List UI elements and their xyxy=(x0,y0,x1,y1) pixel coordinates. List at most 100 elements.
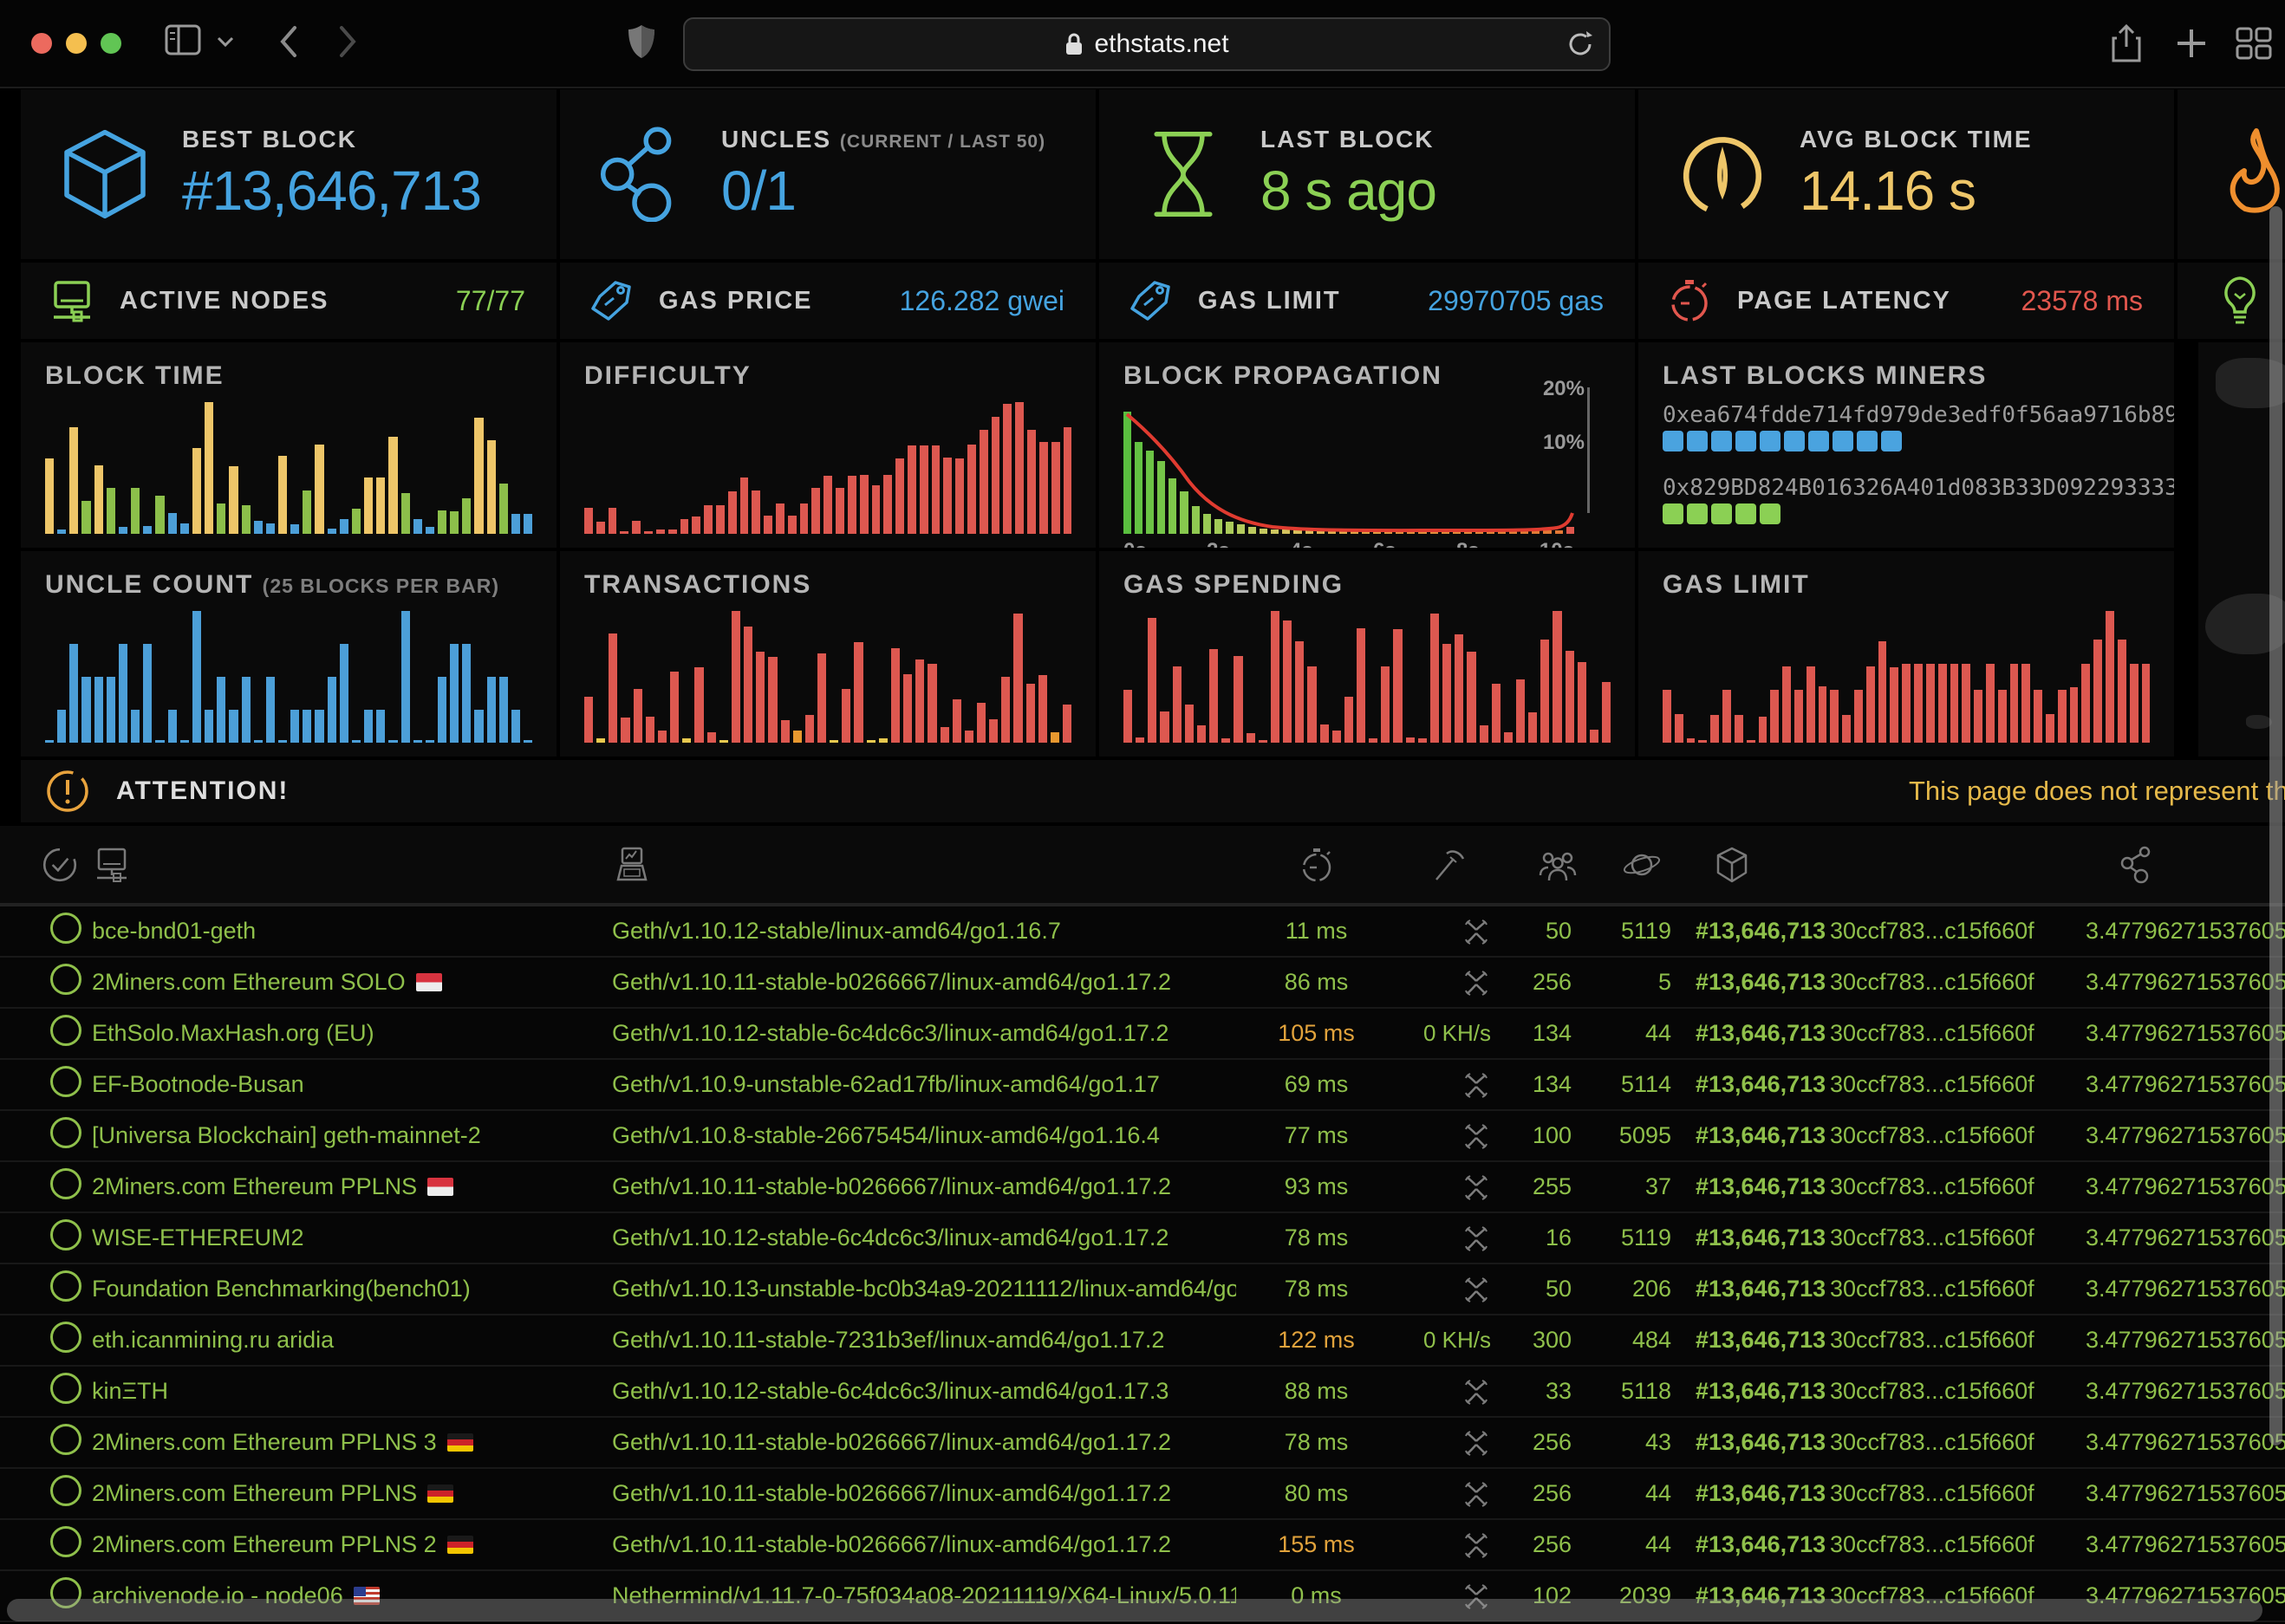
node-pending: 5114 xyxy=(1579,1071,1678,1098)
difficulty-bar xyxy=(836,488,844,534)
uncle_count-bar xyxy=(168,710,177,743)
node-client-version: Geth/v1.10.13-unstable-bc0b34a9-20211112… xyxy=(612,1276,1236,1302)
node-pending: 5 xyxy=(1579,969,1678,996)
table-row[interactable]: Foundation Benchmarking(bench01)Geth/v1.… xyxy=(0,1264,2285,1315)
uncle_count-bar xyxy=(524,740,532,743)
node-pending: 5119 xyxy=(1579,1224,1678,1251)
node-last-block: #13,646,713 xyxy=(1678,1480,1830,1507)
node-column-icon xyxy=(92,845,612,885)
privacy-shield-icon[interactable] xyxy=(626,23,657,61)
uncles-column-icon xyxy=(2034,844,2285,886)
last-block-value: 8 s ago xyxy=(1260,159,1436,223)
node-latency: 78 ms xyxy=(1236,1224,1396,1251)
client-column-icon xyxy=(612,845,1236,885)
table-row[interactable]: bce-bnd01-gethGeth/v1.10.12-stable/linux… xyxy=(0,906,2285,958)
back-button[interactable] xyxy=(276,23,302,61)
horizontal-scrollbar[interactable] xyxy=(7,1599,2262,1621)
gas_spending-bar xyxy=(1467,652,1475,743)
uncle_count-bar xyxy=(143,644,152,743)
table-row[interactable]: EthSolo.MaxHash.org (EU)Geth/v1.10.12-st… xyxy=(0,1009,2285,1060)
block_time-bar xyxy=(450,511,459,534)
uncle_count-bar xyxy=(426,740,434,743)
transactions-bar xyxy=(744,627,752,743)
block_time-bar xyxy=(376,477,385,534)
gas-limit-chart-title: GAS LIMIT xyxy=(1663,570,1810,600)
gas-limit-chart-panel: GAS LIMIT xyxy=(1638,551,2174,757)
mining-icon xyxy=(1461,1173,1491,1202)
share-icon[interactable] xyxy=(2108,23,2145,64)
last-blocks-miners-panel: LAST BLOCKS MINERS 0xea674fdde714fd979de… xyxy=(1638,342,2174,548)
miner-address[interactable]: 0x829BD824B016326A401d083B33D092293333A8… xyxy=(1663,475,2174,501)
transactions-bar xyxy=(1038,675,1047,743)
gas_spending-bar xyxy=(1148,618,1156,743)
gas_limit-bar xyxy=(1807,666,1815,743)
node-block-hash: 30ccf783...c15f660f xyxy=(1830,1378,2034,1405)
new-tab-icon[interactable] xyxy=(2174,26,2209,61)
uncle_count-bar xyxy=(205,710,213,743)
node-total-difficulty: 3.477962715376051e+22 xyxy=(2034,1122,2285,1149)
node-name: 2Miners.com Ethereum PPLNS xyxy=(92,1173,612,1200)
table-row[interactable]: 2Miners.com Ethereum PPLNS 3Geth/v1.10.1… xyxy=(0,1418,2285,1469)
gas_spending-bar xyxy=(1173,666,1182,743)
difficulty-bar xyxy=(895,458,904,534)
gas_limit-bar xyxy=(1878,641,1887,743)
gas-spending-chart-title: GAS SPENDING xyxy=(1123,570,1344,600)
block_time-bar xyxy=(94,465,103,534)
block_time-bar xyxy=(217,503,225,534)
uncle_count-bar xyxy=(254,740,263,743)
table-row[interactable]: 2Miners.com Ethereum PPLNS 2Geth/v1.10.1… xyxy=(0,1520,2285,1571)
block_time-bar xyxy=(131,488,140,534)
table-row[interactable]: eth.icanmining.ru aridiaGeth/v1.10.11-st… xyxy=(0,1315,2285,1367)
difficulty-bar xyxy=(704,505,713,534)
transactions-bar xyxy=(781,720,790,743)
node-last-block: #13,646,713 xyxy=(1678,1378,1830,1405)
window-minimize-button[interactable] xyxy=(66,33,87,54)
difficulty-bar xyxy=(824,476,832,534)
node-peers: 255 xyxy=(1496,1173,1579,1200)
gas_limit-bar xyxy=(1759,717,1767,743)
table-row[interactable]: 2Miners.com Ethereum PPLNSGeth/v1.10.11-… xyxy=(0,1469,2285,1520)
table-row[interactable]: 2Miners.com Ethereum SOLOGeth/v1.10.11-s… xyxy=(0,958,2285,1009)
node-client-version: Geth/v1.10.11-stable-b0266667/linux-amd6… xyxy=(612,1173,1236,1200)
sidebar-toggle-icon[interactable] xyxy=(163,23,203,57)
gas-price-label: GAS PRICE xyxy=(659,287,813,315)
node-client-version: Geth/v1.10.11-stable-7231b3ef/linux-amd6… xyxy=(612,1327,1236,1354)
table-row[interactable]: WISE-ETHEREUM2Geth/v1.10.12-stable-6c4dc… xyxy=(0,1213,2285,1264)
transactions-bar xyxy=(805,715,814,743)
node-peers: 256 xyxy=(1496,1531,1579,1558)
node-last-block: #13,646,713 xyxy=(1678,918,1830,945)
reload-button[interactable] xyxy=(1566,29,1595,60)
transactions-bar xyxy=(903,674,912,743)
transactions-chart xyxy=(584,611,1071,743)
table-row[interactable]: [Universa Blockchain] geth-mainnet-2Geth… xyxy=(0,1111,2285,1162)
difficulty-bar xyxy=(943,458,952,534)
forward-button[interactable] xyxy=(335,23,361,61)
address-bar[interactable]: ethstats.net xyxy=(683,17,1611,71)
uncle_count-bar xyxy=(499,677,508,743)
node-status-indicator xyxy=(40,1373,92,1410)
miner-address[interactable]: 0xea674fdde714fd979de3edf0f56aa9716b898e… xyxy=(1663,402,2174,428)
tab-overview-icon[interactable] xyxy=(2235,26,2273,61)
vertical-scrollbar[interactable] xyxy=(2269,206,2282,1445)
table-row[interactable]: 2Miners.com Ethereum PPLNSGeth/v1.10.11-… xyxy=(0,1162,2285,1213)
node-block-hash: 30ccf783...c15f660f xyxy=(1830,1173,2034,1200)
chevron-down-icon[interactable] xyxy=(215,35,236,49)
country-flag-de xyxy=(427,1484,453,1503)
mining-icon xyxy=(1461,1070,1491,1100)
node-last-block: #13,646,713 xyxy=(1678,1429,1830,1456)
node-total-difficulty: 3.477962715376051e+22 xyxy=(2034,1429,2285,1456)
node-status-indicator xyxy=(40,1117,92,1154)
node-total-difficulty: 3.477962715376051e+22 xyxy=(2034,1480,2285,1507)
lightbulb-icon xyxy=(2217,275,2262,328)
transactions-bar xyxy=(953,699,961,743)
transactions-bar xyxy=(707,732,716,743)
table-row[interactable]: kinΞTHGeth/v1.10.12-stable-6c4dc6c3/linu… xyxy=(0,1367,2285,1418)
uncle_count-bar xyxy=(290,710,299,743)
window-zoom-button[interactable] xyxy=(101,33,121,54)
table-row[interactable]: EF-Bootnode-BusanGeth/v1.10.9-unstable-6… xyxy=(0,1060,2285,1111)
difficulty-bar xyxy=(584,508,593,534)
gas_limit-bar xyxy=(2070,687,2079,743)
status-ring-icon xyxy=(50,1373,81,1404)
window-close-button[interactable] xyxy=(31,33,52,54)
block_time-bar xyxy=(180,523,189,534)
